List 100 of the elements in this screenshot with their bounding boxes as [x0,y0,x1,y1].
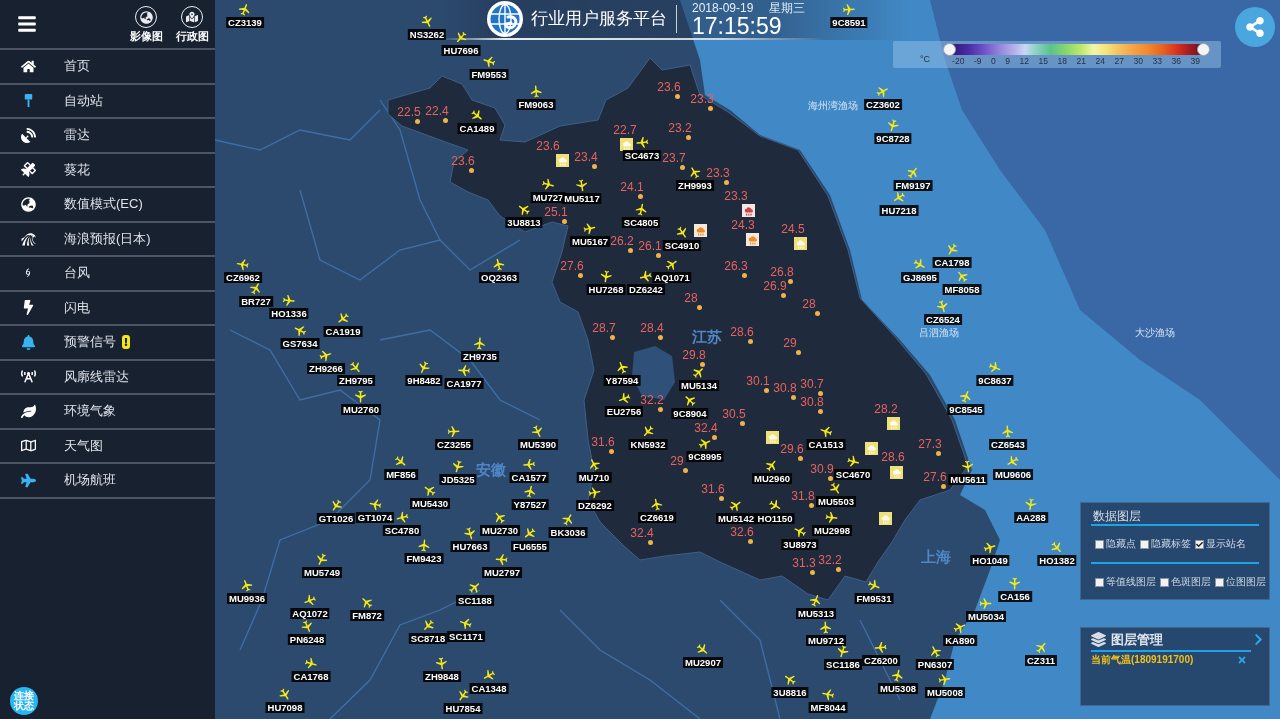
flight-label: 3U8816 [771,687,809,698]
menu-item[interactable]: 数值模式(EC) [0,188,215,223]
flight-label: MU2998 [812,525,852,536]
active-layer-item[interactable]: 当前气温(1809191700) [1091,654,1194,666]
app-title: 行业用户服务平台 [531,8,667,29]
airplane-icon [978,596,994,611]
scale-tick-label: 9 [1005,56,1011,66]
flight-label: MU5167 [570,236,610,247]
flight-label: CA1348 [469,683,509,694]
flight-label: MU9936 [227,593,267,604]
airplane-icon [494,552,510,567]
flight-label: MU9712 [806,635,846,646]
station-dot-icon [747,338,753,344]
airplane-icon [359,595,375,610]
map-view-button[interactable]: 影像图 [125,6,167,42]
temperature-label: 28.4 [640,322,664,334]
flight-label: MU5008 [925,687,965,698]
flight-label: HU7098 [265,702,305,713]
flight-label: MU5390 [518,439,558,450]
temperature-label: 31.6 [591,436,615,448]
flight-label: MF8058 [942,284,982,295]
airplane-icon [634,135,650,150]
checkbox[interactable] [1215,577,1224,587]
scale-tick-label: 18 [1057,56,1068,66]
panel-title: 图层管理 [1111,630,1163,649]
menu-item[interactable]: 首页 [0,50,215,85]
station-dot-icon [682,467,688,473]
flight-label: CA1798 [932,257,972,268]
flight-label: ZH9993 [676,180,714,191]
station-dot-icon [808,502,814,508]
region-label: 安徽 [476,460,506,480]
station-dot-icon [723,179,729,185]
checkbox[interactable] [1095,539,1104,549]
checkbox[interactable] [1095,577,1104,587]
scale-tick-label: -9 [973,56,982,66]
map-view-button[interactable]: 行政图 [171,6,213,42]
airplane-icon [697,436,713,451]
flight-label: FM9531 [854,593,894,604]
temperature-label: 28.2 [874,403,898,415]
flight-label: SC1186 [824,659,862,670]
date-text: 2018-09-19 [692,0,754,15]
airplane-icon [353,389,369,404]
temperature-label: 24.3 [731,219,755,231]
airplane-icon [824,510,840,525]
menu-item[interactable]: 风廓线雷达 [0,360,215,395]
scale-tick-label: 24 [1095,56,1106,66]
station-dot-icon [763,387,769,393]
remove-layer-button[interactable] [1237,655,1247,665]
flight-label: DZ6292 [576,500,614,511]
flight-label: DZ6242 [627,284,665,295]
flight-label: MU5749 [302,567,342,578]
flight-label: MU2797 [482,567,522,578]
station-dot-icon [414,118,420,124]
flight-label: 9C8545 [947,404,985,415]
flight-label: CZ3255 [435,439,473,450]
flight-label: ZH9266 [307,363,345,374]
airplane-icon [866,578,882,593]
checkbox[interactable] [1160,577,1169,587]
checkbox[interactable] [1195,539,1204,549]
flight-label: SC4805 [621,217,661,228]
scale-tick-label: 30 [1133,56,1144,66]
menu-item[interactable]: 自动站 [0,84,215,119]
station-dot-icon [711,434,717,440]
temperature-label: 32.2 [640,394,664,406]
airplane-icon [456,363,472,378]
airplane-icon [875,84,891,99]
flight-label: MF8044 [808,702,848,713]
menu-item[interactable]: 闪电 [0,291,215,326]
menu-item[interactable]: 机场航班 [0,464,215,499]
menu-item[interactable]: 预警信号 [0,326,215,361]
flight-label: MU727 [530,192,566,203]
temperature-label: 23.6 [451,155,475,167]
checkbox-label: 隐藏标签 [1151,538,1191,550]
flight-label: MU5142 [716,513,756,524]
menu-item[interactable]: 海浪预报(日本) [0,222,215,257]
airplane-icon [302,593,318,608]
temperature-label: 26.9 [763,280,787,292]
temperature-label: 26.1 [638,240,662,252]
temperature-label: 26.2 [610,235,634,247]
airplane-icon [633,202,649,217]
menu-item[interactable]: 台风 [0,257,215,292]
menu-item[interactable]: 葵花 [0,153,215,188]
airplane-icon [528,84,544,99]
temperature-label: 27.6 [560,260,584,272]
flight-label: HU7268 [586,284,626,295]
logo-icon [487,1,523,37]
menu-item[interactable]: 雷达 [0,119,215,154]
checkbox[interactable] [1140,539,1149,549]
flight-label: MU9606 [993,469,1033,480]
station-dot-icon [696,304,702,310]
menu-item[interactable]: 天气图 [0,429,215,464]
station-dot-icon [627,247,633,253]
flight-label: GJ8695 [901,272,939,283]
airplane-icon [960,459,976,474]
station-dot-icon [814,310,820,316]
flight-label: CA156 [998,591,1032,602]
flight-label: SC4673 [622,150,662,161]
airplane-icon [239,578,255,593]
airplane-icon [818,424,834,439]
menu-item[interactable]: 环境气象 [0,395,215,430]
